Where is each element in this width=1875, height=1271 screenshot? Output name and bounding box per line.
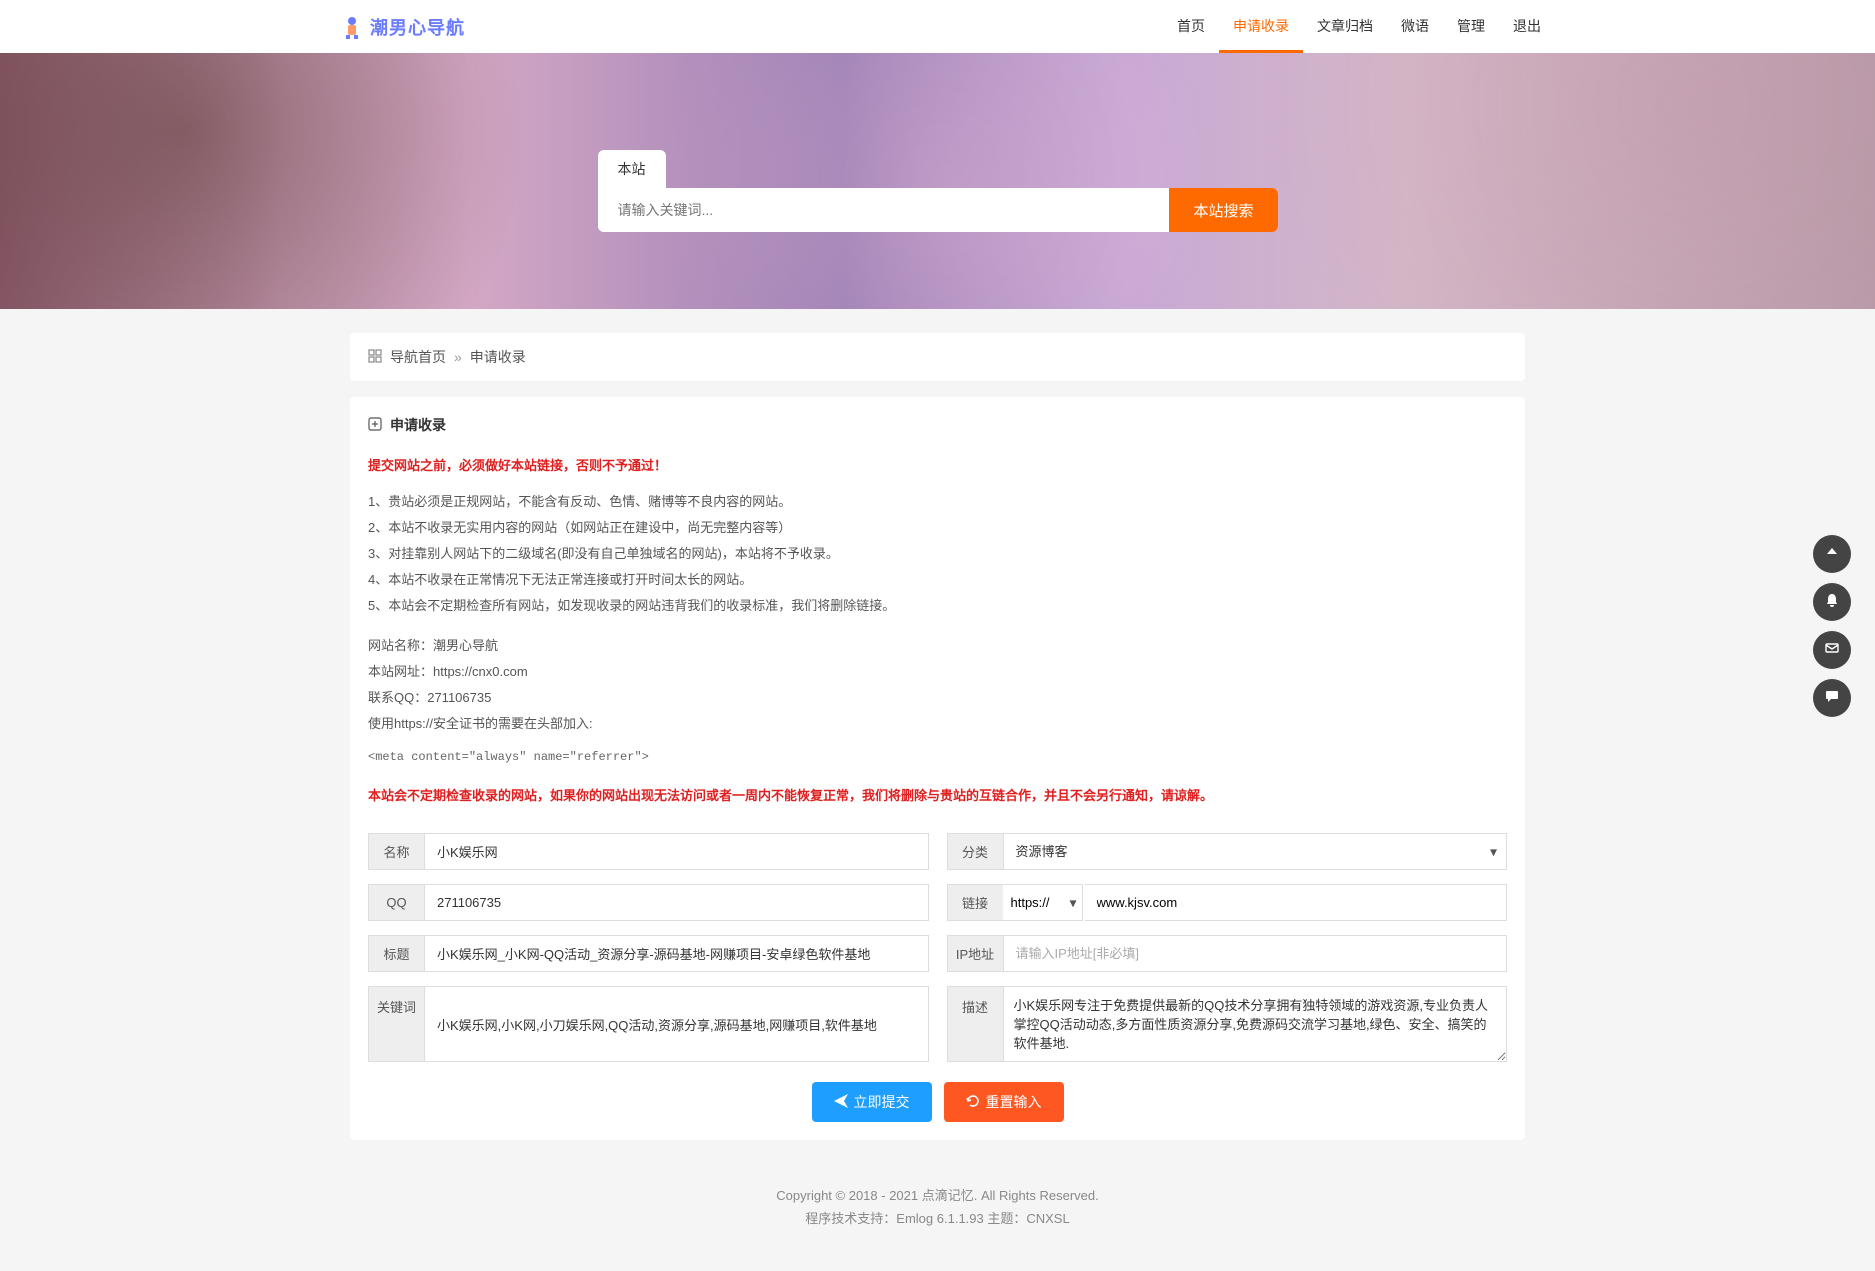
nav-archive[interactable]: 文章归档 [1303,0,1387,53]
breadcrumb: 导航首页 » 申请收录 [350,333,1525,381]
search-input[interactable] [598,188,1170,232]
qq-input[interactable] [424,884,929,921]
name-label: 名称 [368,833,424,870]
send-icon [834,1094,848,1111]
keywords-row: 关键词 [368,986,929,1062]
footer: Copyright © 2018 - 2021 点滴记忆. All Rights… [0,1164,1875,1271]
link-protocol-select[interactable]: https:// [1003,884,1083,921]
chat-button[interactable] [1813,679,1851,717]
warning-2: 本站会不定期检查收录的网站，如果你的网站出现无法访问或者一周内不能恢复正常，我们… [368,783,1507,809]
nav-logout[interactable]: 退出 [1499,0,1555,53]
rule-2: 2、本站不收录无实用内容的网站（如网站正在建设中，尚无完整内容等） [368,515,1507,541]
search-tab-local[interactable]: 本站 [598,150,666,188]
apply-form: 名称 分类 资源博客 QQ 链接 https:// [368,833,1507,1062]
ip-row: IP地址 [947,935,1508,972]
search-button[interactable]: 本站搜索 [1169,188,1277,232]
category-label: 分类 [947,833,1003,870]
link-row: 链接 https:// [947,884,1508,921]
mail-icon [1825,641,1839,660]
breadcrumb-icon [368,349,382,366]
logo[interactable]: 潮男心导航 [340,14,465,40]
keywords-label: 关键词 [368,986,424,1062]
bell-icon [1825,593,1839,612]
category-select[interactable]: 资源博客 [1003,833,1508,870]
panel-title-text: 申请收录 [390,415,446,435]
header: 潮男心导航 首页 申请收录 文章归档 微语 管理 退出 [0,0,1875,53]
keywords-input[interactable] [424,986,929,1062]
rule-5: 5、本站会不定期检查所有网站，如发现收录的网站违背我们的收录标准，我们将删除链接… [368,593,1507,619]
name-input[interactable] [424,833,929,870]
nav-apply[interactable]: 申请收录 [1219,0,1303,53]
desc-label: 描述 [947,986,1003,1062]
plus-icon [368,417,382,434]
qq-row: QQ [368,884,929,921]
button-row: 立即提交 重置输入 [368,1082,1507,1122]
submit-label: 立即提交 [854,1092,910,1112]
nav-home[interactable]: 首页 [1163,0,1219,53]
title-row: 标题 [368,935,929,972]
desc-row: 描述 [947,986,1508,1062]
back-to-top-button[interactable] [1813,535,1851,573]
desc-textarea[interactable] [1003,986,1508,1062]
refresh-icon [966,1094,980,1111]
nav-manage[interactable]: 管理 [1443,0,1499,53]
breadcrumb-current: 申请收录 [470,347,526,367]
site-info-1: 网站名称：潮男心导航 [368,633,1507,659]
title-input[interactable] [424,935,929,972]
ip-input[interactable] [1003,935,1508,972]
notification-button[interactable] [1813,583,1851,621]
footer-copyright: Copyright © 2018 - 2021 点滴记忆. All Rights… [0,1184,1875,1207]
title-label: 标题 [368,935,424,972]
mail-button[interactable] [1813,631,1851,669]
logo-icon [340,15,364,39]
link-input[interactable] [1085,884,1508,921]
site-info-4: 使用https://安全证书的需要在头部加入: [368,711,1507,737]
nav: 首页 申请收录 文章归档 微语 管理 退出 [1163,0,1555,53]
rule-3: 3、对挂靠别人网站下的二级域名(即没有自己单独域名的网站)，本站将不予收录。 [368,541,1507,567]
banner: 本站 本站搜索 [0,53,1875,309]
rules: 提交网站之前，必须做好本站链接，否则不予通过！ 1、贵站必须是正规网站，不能含有… [368,453,1507,809]
search-box: 本站 本站搜索 [598,150,1278,232]
submit-button[interactable]: 立即提交 [812,1082,932,1122]
nav-micro[interactable]: 微语 [1387,0,1443,53]
logo-text: 潮男心导航 [370,14,465,40]
meta-code: <meta content="always" name="referrer"> [368,745,1507,769]
rule-1: 1、贵站必须是正规网站，不能含有反动、色情、赌博等不良内容的网站。 [368,489,1507,515]
chat-icon [1825,689,1839,708]
rule-4: 4、本站不收录在正常情况下无法正常连接或打开时间太长的网站。 [368,567,1507,593]
footer-tech: 程序技术支持：Emlog 6.1.1.93 主题：CNXSL [0,1207,1875,1230]
reset-label: 重置输入 [986,1092,1042,1112]
breadcrumb-home[interactable]: 导航首页 [390,347,446,367]
arrow-up-icon [1825,545,1839,564]
category-row: 分类 资源博客 [947,833,1508,870]
reset-button[interactable]: 重置输入 [944,1082,1064,1122]
warning-1: 提交网站之前，必须做好本站链接，否则不予通过！ [368,453,1507,479]
qq-label: QQ [368,884,424,921]
breadcrumb-sep: » [454,349,462,365]
link-label: 链接 [947,884,1003,921]
site-info-3: 联系QQ：271106735 [368,685,1507,711]
site-info-2: 本站网址：https://cnx0.com [368,659,1507,685]
float-buttons [1813,535,1851,717]
apply-panel: 申请收录 提交网站之前，必须做好本站链接，否则不予通过！ 1、贵站必须是正规网站… [350,397,1525,1140]
name-row: 名称 [368,833,929,870]
ip-label: IP地址 [947,935,1003,972]
panel-title: 申请收录 [368,415,1507,435]
